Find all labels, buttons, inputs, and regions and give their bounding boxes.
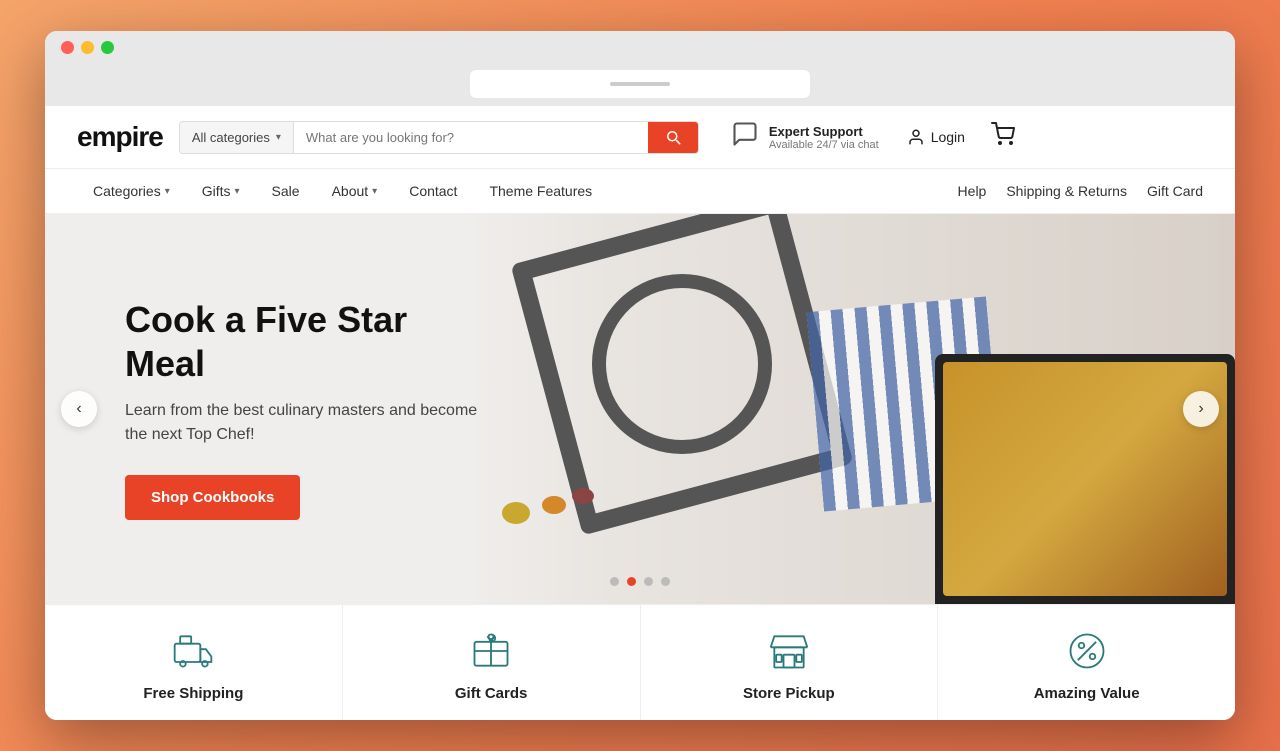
food-decoration bbox=[462, 214, 1236, 604]
search-button[interactable] bbox=[648, 122, 698, 153]
support-text: Expert Support Available 24/7 via chat bbox=[769, 124, 879, 151]
main-nav: Categories ▾ Gifts ▾ Sale About ▾ Contac… bbox=[45, 169, 1235, 214]
slider-next-button[interactable]: › bbox=[1183, 391, 1219, 427]
category-label: All categories bbox=[192, 130, 270, 145]
hero-bg bbox=[462, 214, 1236, 604]
feature-gift-cards: Gift Cards bbox=[343, 605, 641, 720]
maximize-dot[interactable] bbox=[101, 41, 114, 54]
chevron-down-icon: ▾ bbox=[372, 186, 377, 197]
store-pickup-icon bbox=[765, 627, 813, 675]
chevron-down-icon: ▾ bbox=[235, 186, 240, 197]
feature-store-pickup: Store Pickup bbox=[641, 605, 939, 720]
slider-dot-4[interactable] bbox=[661, 577, 670, 586]
veg-red bbox=[572, 488, 594, 504]
feature-label-store-pickup: Store Pickup bbox=[743, 685, 835, 702]
nav-item-contact[interactable]: Contact bbox=[393, 169, 473, 213]
nav-item-categories[interactable]: Categories ▾ bbox=[77, 169, 186, 213]
nav-help[interactable]: Help bbox=[958, 183, 987, 199]
support-title: Expert Support bbox=[769, 124, 879, 139]
hero-cta-button[interactable]: Shop Cookbooks bbox=[125, 475, 300, 520]
nav-right: Help Shipping & Returns Gift Card bbox=[958, 183, 1203, 199]
search-input[interactable] bbox=[294, 122, 648, 153]
user-icon bbox=[907, 128, 925, 146]
slider-prev-button[interactable]: ‹ bbox=[61, 391, 97, 427]
login-button[interactable]: Login bbox=[907, 128, 965, 146]
skillet bbox=[935, 354, 1235, 604]
address-bar[interactable] bbox=[470, 70, 810, 98]
site-logo[interactable]: empire bbox=[77, 121, 163, 153]
slider-dot-2[interactable] bbox=[627, 577, 636, 586]
hero-title: Cook a Five Star Meal bbox=[125, 298, 485, 384]
feature-label-shipping: Free Shipping bbox=[143, 685, 243, 702]
cart-icon bbox=[991, 122, 1015, 146]
browser-dots bbox=[61, 41, 1219, 62]
shipping-icon bbox=[169, 627, 217, 675]
nav-item-about[interactable]: About ▾ bbox=[316, 169, 394, 213]
support-block: Expert Support Available 24/7 via chat bbox=[731, 120, 879, 154]
nav-left: Categories ▾ Gifts ▾ Sale About ▾ Contac… bbox=[77, 169, 608, 213]
slider-dots bbox=[610, 577, 670, 586]
amazing-value-icon bbox=[1063, 627, 1111, 675]
search-icon bbox=[664, 128, 682, 146]
address-line bbox=[610, 82, 670, 86]
feature-bar: Free Shipping Gift Cards bbox=[45, 604, 1235, 720]
feature-free-shipping: Free Shipping bbox=[45, 605, 343, 720]
login-label: Login bbox=[931, 129, 965, 145]
hero-slider: Cook a Five Star Meal Learn from the bes… bbox=[45, 214, 1235, 604]
support-chat-icon bbox=[731, 120, 759, 154]
search-bar: All categories ▾ bbox=[179, 121, 699, 154]
nav-item-sale[interactable]: Sale bbox=[256, 169, 316, 213]
hero-content: Cook a Five Star Meal Learn from the bes… bbox=[45, 298, 565, 519]
minimize-dot[interactable] bbox=[81, 41, 94, 54]
slider-dot-1[interactable] bbox=[610, 577, 619, 586]
category-dropdown[interactable]: All categories ▾ bbox=[180, 122, 294, 153]
feature-label-gift-cards: Gift Cards bbox=[455, 685, 528, 702]
support-subtitle: Available 24/7 via chat bbox=[769, 139, 879, 151]
nav-item-theme-features[interactable]: Theme Features bbox=[473, 169, 608, 213]
skillet-food bbox=[943, 362, 1227, 596]
hero-subtitle: Learn from the best culinary masters and… bbox=[125, 399, 485, 447]
feature-amazing-value: Amazing Value bbox=[938, 605, 1235, 720]
chevron-down-icon: ▾ bbox=[165, 186, 170, 197]
cart-button[interactable] bbox=[991, 122, 1015, 152]
gift-card-icon bbox=[467, 627, 515, 675]
slider-dot-3[interactable] bbox=[644, 577, 653, 586]
chevron-down-icon: ▾ bbox=[276, 132, 281, 143]
close-dot[interactable] bbox=[61, 41, 74, 54]
nav-item-gifts[interactable]: Gifts ▾ bbox=[186, 169, 256, 213]
nav-shipping-returns[interactable]: Shipping & Returns bbox=[1006, 183, 1127, 199]
site-header: empire All categories ▾ bbox=[45, 106, 1235, 169]
hero-image bbox=[462, 214, 1236, 604]
site-container: empire All categories ▾ bbox=[45, 106, 1235, 720]
feature-label-amazing-value: Amazing Value bbox=[1034, 685, 1140, 702]
browser-window: empire All categories ▾ bbox=[45, 31, 1235, 720]
browser-chrome bbox=[45, 31, 1235, 106]
nav-gift-card[interactable]: Gift Card bbox=[1147, 183, 1203, 199]
